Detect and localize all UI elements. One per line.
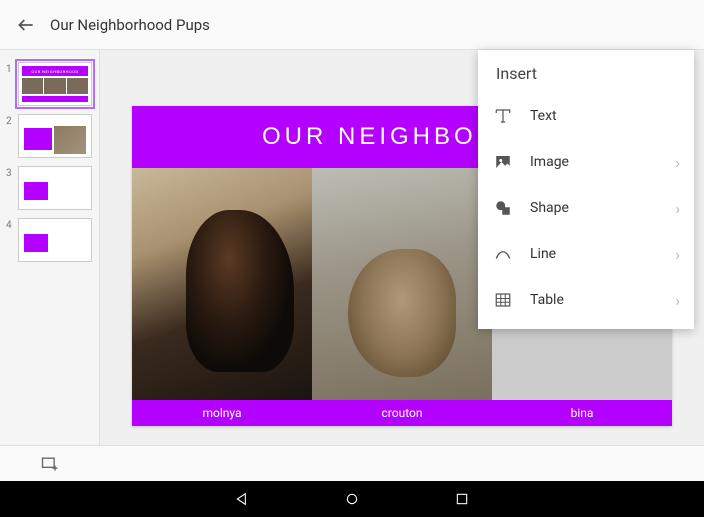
slide-caption[interactable]: crouton xyxy=(312,400,492,426)
android-back-button[interactable] xyxy=(232,489,252,509)
android-navbar xyxy=(0,481,704,517)
thumbnail-preview xyxy=(18,114,92,158)
shape-icon xyxy=(492,197,514,219)
triangle-back-icon xyxy=(234,491,250,507)
slide-thumbnail-panel: 1 OUR NEIGHBORHOOD 2 3 xyxy=(0,50,100,445)
slide-thumbnail[interactable]: 3 xyxy=(0,162,99,214)
topbar: Our Neighborhood Pups xyxy=(0,0,704,50)
menu-item-label: Text xyxy=(530,108,680,124)
menu-item-label: Shape xyxy=(530,200,675,216)
thumbnail-preview: OUR NEIGHBORHOOD xyxy=(18,62,92,106)
menu-item-label: Image xyxy=(530,154,675,170)
menu-item-label: Table xyxy=(530,292,675,308)
slide-number: 1 xyxy=(6,62,18,75)
slide-number: 4 xyxy=(6,218,18,231)
slide-caption[interactable]: bina xyxy=(492,400,672,426)
slide-thumbnail[interactable]: 4 xyxy=(0,214,99,266)
insert-menu-title: Insert xyxy=(478,50,694,93)
insert-table-item[interactable]: Table › xyxy=(478,277,694,323)
square-recents-icon xyxy=(454,491,470,507)
bottom-toolbar xyxy=(0,445,704,481)
back-button[interactable] xyxy=(14,13,38,37)
line-icon xyxy=(492,243,514,265)
menu-item-label: Line xyxy=(530,246,675,262)
table-icon xyxy=(492,289,514,311)
insert-text-item[interactable]: Text xyxy=(478,93,694,139)
thumbnail-preview xyxy=(18,166,92,210)
thumbnail-preview xyxy=(18,218,92,262)
chevron-right-icon: › xyxy=(675,291,680,310)
document-title: Our Neighborhood Pups xyxy=(50,16,210,34)
insert-menu: Insert Text Image › Shape › xyxy=(478,50,694,329)
text-icon xyxy=(492,105,514,127)
image-icon xyxy=(492,151,514,173)
body: 1 OUR NEIGHBORHOOD 2 3 xyxy=(0,50,704,445)
insert-shape-item[interactable]: Shape › xyxy=(478,185,694,231)
insert-image-item[interactable]: Image › xyxy=(478,139,694,185)
slide-caption-bar: molnya crouton bina xyxy=(132,400,672,426)
slide-image[interactable] xyxy=(312,168,492,400)
arrow-left-icon xyxy=(16,15,36,35)
android-recents-button[interactable] xyxy=(452,489,472,509)
android-home-button[interactable] xyxy=(342,489,362,509)
chevron-right-icon: › xyxy=(675,153,680,172)
app-root: Our Neighborhood Pups 1 OUR NEIGHBORHOOD… xyxy=(0,0,704,517)
chevron-right-icon: › xyxy=(675,199,680,218)
slide-number: 3 xyxy=(6,166,18,179)
new-slide-icon xyxy=(40,454,60,474)
insert-line-item[interactable]: Line › xyxy=(478,231,694,277)
slide-number: 2 xyxy=(6,114,18,127)
new-slide-button[interactable] xyxy=(40,454,60,474)
chevron-right-icon: › xyxy=(675,245,680,264)
slide-image[interactable] xyxy=(132,168,312,400)
slide-thumbnail[interactable]: 1 OUR NEIGHBORHOOD xyxy=(0,58,99,110)
slide-caption[interactable]: molnya xyxy=(132,400,312,426)
circle-home-icon xyxy=(344,491,360,507)
slide-thumbnail[interactable]: 2 xyxy=(0,110,99,162)
